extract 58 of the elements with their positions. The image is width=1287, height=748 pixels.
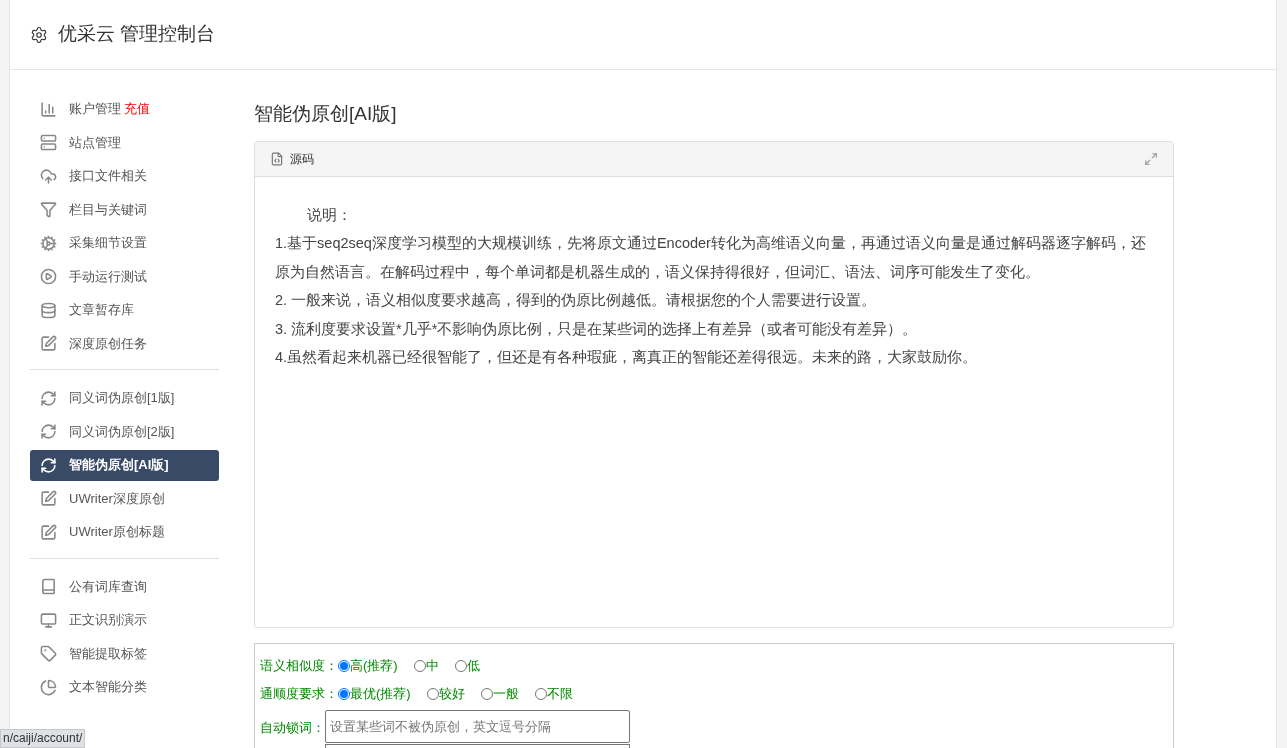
option-label: 语义相似度： xyxy=(260,656,338,675)
lock-words-field[interactable]: 设置某些词不被伪原创，英文逗号分隔 xyxy=(325,709,630,743)
sidebar-item[interactable]: 同义词伪原创[2版] xyxy=(30,416,219,447)
radio-option[interactable]: 较好 xyxy=(426,683,465,704)
refresh-icon xyxy=(40,423,57,440)
description-text: 2. 一般来说，语义相似度要求越高，得到的伪原比例越低。请根据您的个人需要进行设置。 xyxy=(275,291,878,310)
sidebar-item[interactable]: 接口文件相关 xyxy=(30,160,219,192)
sidebar-item[interactable]: 站点管理 xyxy=(30,127,219,158)
status-url: n/caiji/account/ xyxy=(0,729,86,748)
description-text: 1.基于seq2seq深度学习模型的大规模训练，先将原文通过Encoder转化为高维语义向量，再通过语义向量是通过解码器逐字解码，还原为自然语言。在解码过程中，每个单词都是机器生成的，语义保持得很好，但词汇、语法、词序可能发生了变化。 xyxy=(275,234,1147,282)
edit-icon xyxy=(40,335,57,352)
chart-icon xyxy=(40,100,57,118)
monitor-icon xyxy=(40,611,57,629)
code-file-icon xyxy=(270,151,284,166)
cloud-upload-icon xyxy=(40,167,57,185)
description-text: 4.虽然看起来机器已经很智能了，但还是有各种瑕疵，离真正的智能还差得很远。未来的路，大家鼓励你。 xyxy=(275,348,979,367)
sidebar-item[interactable]: 正文识别演示 xyxy=(30,604,219,636)
sidebar-item[interactable]: 账户管理 充值 xyxy=(30,93,219,125)
sidebar-item[interactable]: 智能伪原创[AI版] xyxy=(30,449,219,481)
radio-option[interactable]: 最优(推荐) xyxy=(338,683,411,704)
refresh-icon xyxy=(40,389,57,407)
edit-icon xyxy=(40,490,57,507)
radio-option[interactable]: 高(推荐) xyxy=(338,655,398,676)
radio-option[interactable]: 一般 xyxy=(480,683,519,704)
filter-icon xyxy=(40,201,57,218)
sidebar-item[interactable]: 手动运行测试 xyxy=(30,261,219,292)
radio-option[interactable]: 低 xyxy=(454,655,480,676)
play-icon xyxy=(40,268,57,285)
sidebar-item[interactable]: 公有词库查询 xyxy=(30,571,219,602)
description-text: 3. 流利度要求设置*几乎*不影响伪原比例，只是在某些词的选择上有差异（或者可能没有差异）。 xyxy=(275,319,919,339)
sidebar-item[interactable]: 文章暂存库 xyxy=(30,294,219,326)
option-label: 通顺度要求： xyxy=(260,684,338,703)
sidebar-item[interactable]: UWriter深度原创 xyxy=(30,483,219,514)
refresh-icon xyxy=(40,456,57,474)
description-text: 说明： xyxy=(306,205,353,225)
source-button[interactable]: 源码 xyxy=(270,149,314,168)
sidebar-item[interactable]: 同义词伪原创[1版] xyxy=(30,382,219,414)
page-title: 智能伪原创[AI版] xyxy=(254,102,398,126)
sidebar-item[interactable]: 智能提取标签 xyxy=(30,638,219,669)
radio-option[interactable]: 不限 xyxy=(534,683,573,704)
database-icon xyxy=(40,301,57,319)
sidebar-item[interactable]: 采集细节设置 xyxy=(30,227,219,259)
radio-option[interactable]: 中 xyxy=(413,655,439,676)
tag-icon xyxy=(40,645,57,662)
option-label: 自动锁词： xyxy=(260,718,325,737)
book-icon xyxy=(40,578,57,595)
recharge-link[interactable]: 充值 xyxy=(124,99,150,119)
sidebar-item[interactable]: 栏目与关键词 xyxy=(30,194,219,225)
edit-icon xyxy=(40,523,57,541)
sidebar-item[interactable]: UWriter原创标题 xyxy=(30,516,219,548)
app-title: 优采云 管理控制台 xyxy=(58,22,216,47)
pie-chart-icon xyxy=(40,678,57,696)
fullscreen-icon[interactable] xyxy=(1144,151,1158,166)
sidebar-item[interactable]: 文本智能分类 xyxy=(30,671,219,703)
settings-icon xyxy=(30,25,48,44)
server-icon xyxy=(40,134,57,151)
sidebar-item[interactable]: 深度原创任务 xyxy=(30,328,219,359)
cogs-icon xyxy=(40,234,57,252)
